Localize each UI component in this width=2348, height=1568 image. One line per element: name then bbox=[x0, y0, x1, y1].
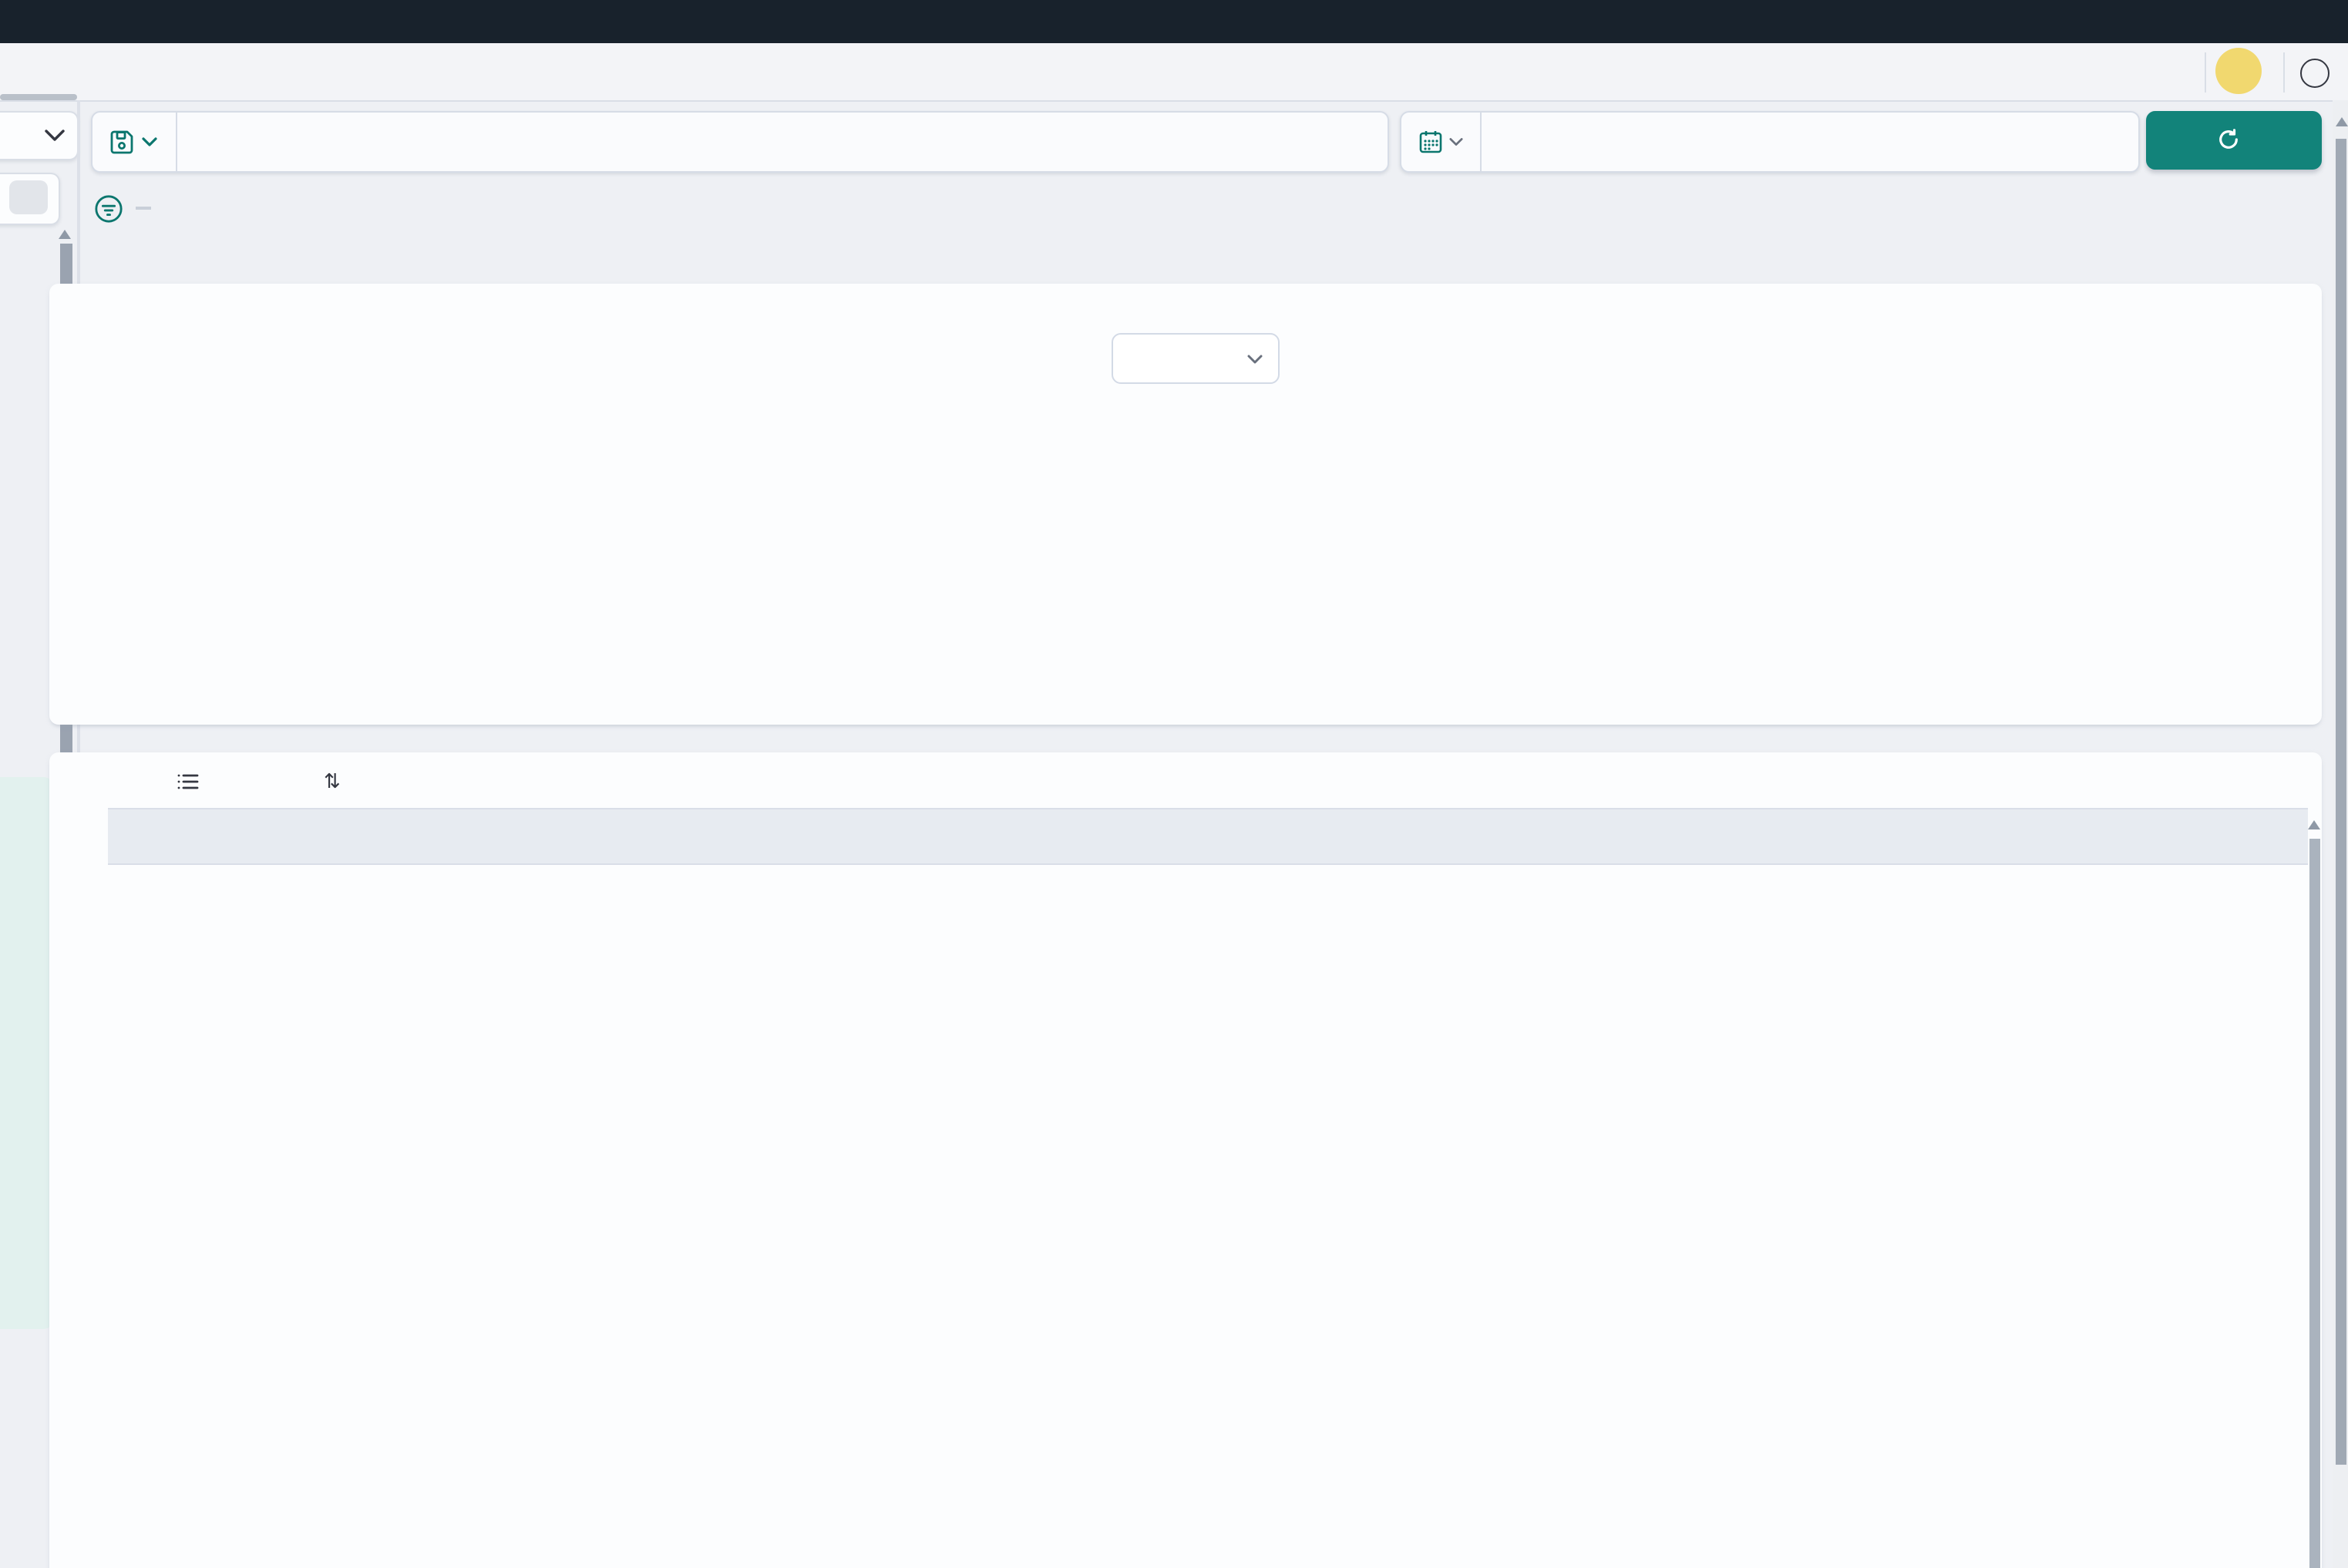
columns-icon bbox=[177, 772, 199, 790]
page-scroll-up-icon[interactable] bbox=[2335, 117, 2347, 126]
chevron-down-icon bbox=[45, 129, 65, 141]
columns-button[interactable] bbox=[177, 761, 208, 801]
date-picker bbox=[1399, 110, 2140, 173]
filter-dash bbox=[136, 207, 151, 210]
scroll-up-icon[interactable] bbox=[59, 230, 71, 239]
help-icon[interactable] bbox=[2300, 58, 2329, 87]
sort-fields-button[interactable]: ⇅ bbox=[324, 761, 350, 801]
calendar-icon bbox=[1418, 130, 1442, 154]
field-count-badge bbox=[9, 180, 48, 214]
saved-query-button[interactable] bbox=[92, 112, 177, 171]
table-scrollbar[interactable] bbox=[2309, 838, 2320, 1568]
interval-select[interactable] bbox=[1111, 333, 1279, 384]
horizontal-scrollbar[interactable] bbox=[0, 93, 77, 99]
selected-fields-section bbox=[0, 777, 56, 1329]
filter-bar bbox=[94, 191, 163, 225]
table-body bbox=[108, 862, 2308, 1568]
top-header-bar bbox=[0, 0, 2348, 42]
histogram-panel bbox=[49, 284, 2322, 725]
menu-links bbox=[1986, 42, 2194, 100]
chart-subtitle-row bbox=[49, 333, 2322, 384]
menu-divider bbox=[2205, 52, 2206, 92]
discover-app: ⇅ bbox=[0, 0, 2348, 1568]
query-bar bbox=[90, 110, 1388, 173]
results-table-panel: ⇅ bbox=[49, 752, 2322, 1568]
app-menu-bar bbox=[0, 42, 2348, 102]
save-icon bbox=[109, 130, 134, 154]
refresh-button[interactable] bbox=[2146, 110, 2322, 170]
refresh-icon bbox=[2216, 129, 2239, 152]
filter-icon[interactable] bbox=[94, 193, 123, 223]
table-scroll-up-icon[interactable] bbox=[2308, 819, 2320, 829]
menu-divider bbox=[2283, 52, 2285, 92]
table-header-row bbox=[108, 808, 2308, 865]
chevron-down-icon bbox=[142, 137, 157, 146]
index-pattern-selector[interactable] bbox=[0, 110, 79, 160]
chevron-down-icon bbox=[1246, 354, 1262, 363]
table-toolbar: ⇅ bbox=[49, 761, 2322, 801]
avatar[interactable] bbox=[2215, 48, 2262, 94]
page-scrollbar[interactable] bbox=[2335, 139, 2346, 1465]
sort-icon: ⇅ bbox=[324, 769, 341, 793]
calendar-button[interactable] bbox=[1401, 112, 1481, 171]
chevron-down-icon bbox=[1448, 137, 1462, 146]
